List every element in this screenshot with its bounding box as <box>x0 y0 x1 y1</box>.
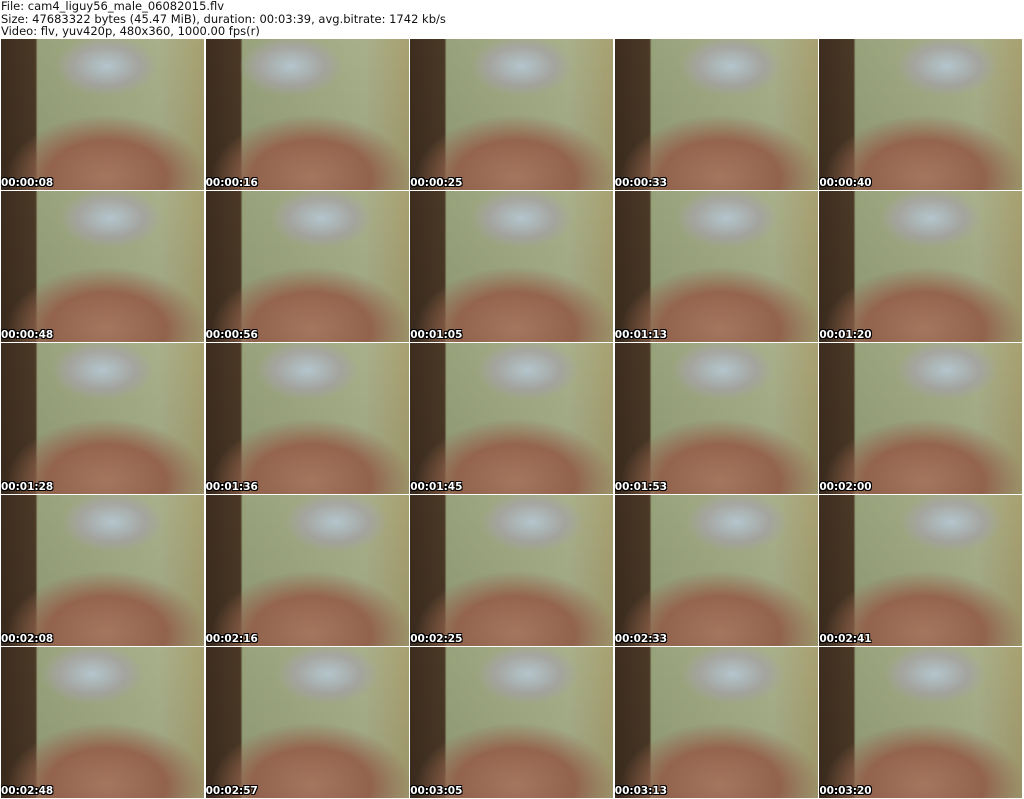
thumbnail-timestamp: 00:00:56 <box>205 329 258 341</box>
video-thumbnail: 00:02:08 <box>1 495 204 646</box>
video-thumbnail: 00:01:36 <box>205 343 409 494</box>
video-thumbnail: 00:02:33 <box>614 495 818 646</box>
thumbnail-timestamp: 00:02:25 <box>410 633 463 645</box>
thumbnail-timestamp: 00:03:05 <box>410 785 463 797</box>
file-name-line: File: cam4_liguy56_male_06082015.flv <box>1 0 225 13</box>
thumbnail-timestamp: 00:01:13 <box>614 329 668 341</box>
video-thumbnail: 00:01:05 <box>410 191 614 342</box>
thumbnail-timestamp: 00:02:41 <box>819 633 872 645</box>
thumbnail-timestamp: 00:02:57 <box>205 785 258 797</box>
thumbnail-timestamp: 00:02:00 <box>819 481 872 493</box>
video-thumbnail: 00:02:57 <box>205 647 409 798</box>
video-thumbnail: 00:01:53 <box>614 343 818 494</box>
thumbnail-grid: 00:00:08 00:00:16 00:00:25 00:00:33 00:0… <box>1 39 1023 798</box>
thumbnail-timestamp: 00:01:28 <box>1 481 54 493</box>
video-thumbnail: 00:03:13 <box>614 647 818 798</box>
thumbnail-timestamp: 00:00:33 <box>614 177 668 189</box>
thumbnail-timestamp: 00:01:36 <box>205 481 258 493</box>
thumbnail-timestamp: 00:01:53 <box>614 481 668 493</box>
video-thumbnail: 00:01:13 <box>614 191 818 342</box>
thumbnail-timestamp: 00:01:05 <box>410 329 463 341</box>
thumbnail-timestamp: 00:00:48 <box>1 329 54 341</box>
thumbnail-timestamp: 00:00:40 <box>819 177 872 189</box>
thumbnail-timestamp: 00:01:45 <box>410 481 463 493</box>
video-thumbnail: 00:00:33 <box>614 39 818 190</box>
video-thumbnail: 00:01:20 <box>819 191 1023 342</box>
thumbnail-timestamp: 00:02:16 <box>205 633 258 645</box>
thumbnail-timestamp: 00:02:08 <box>1 633 54 645</box>
video-thumbnail: 00:02:25 <box>410 495 614 646</box>
video-thumbnail: 00:00:56 <box>205 191 409 342</box>
thumbnail-timestamp: 00:03:13 <box>614 785 668 797</box>
video-thumbnail: 00:01:45 <box>410 343 614 494</box>
video-thumbnail: 00:02:41 <box>819 495 1023 646</box>
thumbnail-timestamp: 00:02:48 <box>1 785 54 797</box>
video-thumbnail: 00:00:16 <box>205 39 409 190</box>
file-info-header: File: cam4_liguy56_male_06082015.flv Siz… <box>1 0 1021 38</box>
thumbnail-timestamp: 00:00:08 <box>1 177 54 189</box>
contact-sheet: File: cam4_liguy56_male_06082015.flv Siz… <box>0 0 1024 799</box>
video-thumbnail: 00:00:40 <box>819 39 1023 190</box>
thumbnail-timestamp: 00:00:25 <box>410 177 463 189</box>
thumbnail-timestamp: 00:02:33 <box>614 633 668 645</box>
video-thumbnail: 00:00:08 <box>1 39 204 190</box>
video-thumbnail: 00:01:28 <box>1 343 204 494</box>
video-thumbnail: 00:03:05 <box>410 647 614 798</box>
video-thumbnail: 00:02:16 <box>205 495 409 646</box>
thumbnail-timestamp: 00:03:20 <box>819 785 872 797</box>
video-thumbnail: 00:02:00 <box>819 343 1023 494</box>
thumbnail-timestamp: 00:01:20 <box>819 329 872 341</box>
video-thumbnail: 00:03:20 <box>819 647 1023 798</box>
video-thumbnail: 00:00:25 <box>410 39 614 190</box>
video-thumbnail: 00:02:48 <box>1 647 204 798</box>
thumbnail-timestamp: 00:00:16 <box>205 177 258 189</box>
video-thumbnail: 00:00:48 <box>1 191 204 342</box>
video-info-line: Video: flv, yuv420p, 480x360, 1000.00 fp… <box>1 24 260 38</box>
